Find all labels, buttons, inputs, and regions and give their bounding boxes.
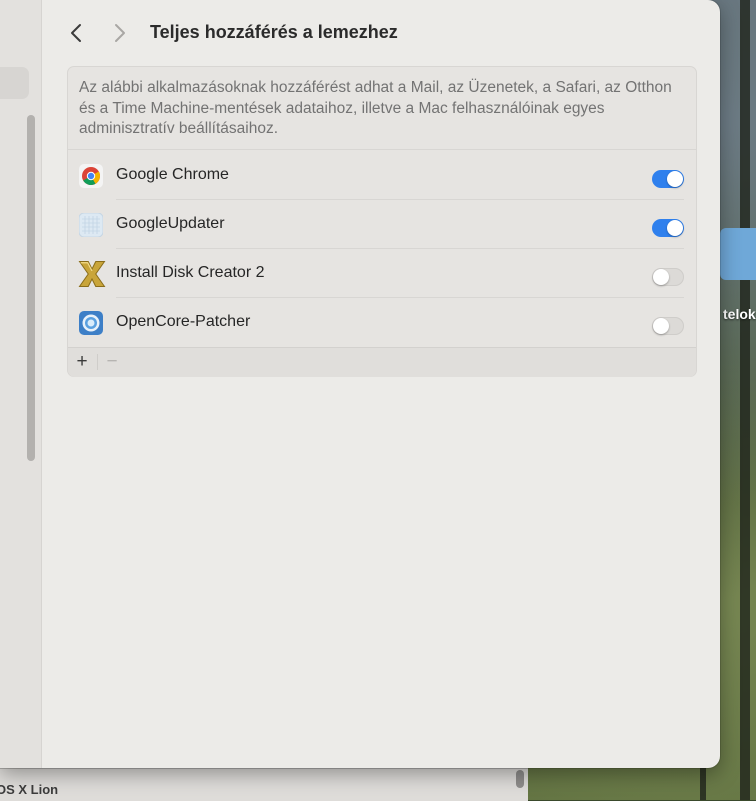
desktop-item-label[interactable]: telok	[723, 306, 756, 322]
toggle-knob	[667, 220, 683, 236]
chrome-icon	[79, 164, 103, 188]
app-name: OpenCore-Patcher	[116, 313, 251, 330]
back-button[interactable]	[64, 20, 88, 46]
settings-window: Teljes hozzáférés a lemezhez Az alábbi a…	[0, 0, 720, 768]
chevron-right-icon	[115, 24, 125, 42]
sidebar	[0, 0, 42, 768]
chevron-left-icon	[71, 24, 81, 42]
app-row-google-chrome: Google Chrome	[68, 151, 696, 200]
sidebar-selected-item[interactable]	[0, 67, 29, 99]
opencore-patcher-toggle[interactable]	[652, 317, 684, 335]
divider	[68, 149, 696, 150]
wallpaper-tree	[740, 0, 750, 800]
toggle-knob	[653, 318, 669, 334]
opencore-patcher-icon	[79, 311, 103, 335]
remove-app-button[interactable]: −	[100, 351, 124, 373]
add-app-button[interactable]: +	[70, 351, 94, 373]
toggle-knob	[653, 269, 669, 285]
google-chrome-toggle[interactable]	[652, 170, 684, 188]
background-scrollbar[interactable]	[516, 770, 524, 788]
googleupdater-toggle[interactable]	[652, 219, 684, 237]
app-name: Install Disk Creator 2	[116, 264, 265, 281]
googleupdater-icon	[79, 213, 103, 237]
panel-footer: + −	[68, 347, 696, 377]
page-title: Teljes hozzáférés a lemezhez	[150, 22, 398, 42]
install-disk-creator-toggle[interactable]	[652, 268, 684, 286]
desktop-folder-icon[interactable]	[720, 228, 756, 280]
forward-button[interactable]	[108, 20, 132, 46]
footer-divider	[97, 354, 98, 370]
app-name: GoogleUpdater	[116, 215, 225, 232]
background-window-label: OS X Lion	[0, 782, 59, 797]
app-row-opencore-patcher: OpenCore-Patcher	[68, 298, 696, 347]
panel-description: Az alábbi alkalmazásoknak hozzáférést ad…	[79, 79, 672, 137]
install-disk-creator-icon	[78, 261, 106, 287]
app-row-install-disk-creator: Install Disk Creator 2	[68, 249, 696, 298]
sidebar-scrollbar[interactable]	[27, 115, 35, 461]
toggle-knob	[667, 171, 683, 187]
background-window-bottom-bar	[0, 768, 528, 801]
app-row-googleupdater: GoogleUpdater	[68, 200, 696, 249]
app-access-panel: Az alábbi alkalmazásoknak hozzáférést ad…	[67, 66, 697, 377]
app-name: Google Chrome	[116, 166, 229, 183]
